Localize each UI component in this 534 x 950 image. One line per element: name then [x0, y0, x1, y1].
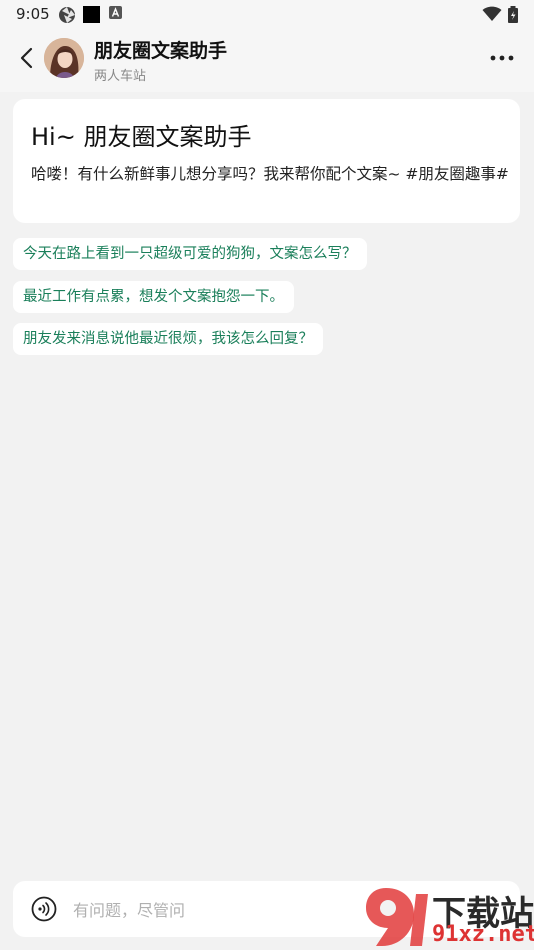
chat-title: 朋友圈文案助手: [94, 40, 228, 62]
avatar-portrait-icon: [44, 38, 84, 78]
chat-subtitle: 两人车站: [94, 69, 147, 84]
status-bar: 9:05: [0, 0, 534, 28]
assistant-avatar[interactable]: [44, 38, 84, 78]
wifi-icon: [482, 6, 502, 21]
app-square-icon: [83, 6, 100, 23]
aperture-icon: [59, 7, 75, 23]
suggestion-chip[interactable]: 朋友发来消息说他最近很烦，我该怎么回复？: [13, 323, 323, 355]
back-arrow-icon[interactable]: [14, 44, 42, 72]
status-time: 9:05: [16, 5, 50, 23]
intro-title: Hi~ 朋友圈文案助手: [31, 123, 252, 151]
suggestion-chip[interactable]: 今天在路上看到一只超级可爱的狗狗，文案怎么写？: [13, 238, 367, 270]
notification-a-icon: [109, 6, 122, 19]
intro-card: Hi~ 朋友圈文案助手 哈喽！有什么新鲜事儿想分享吗？我来帮你配个文案~ #朋友…: [13, 99, 520, 223]
intro-message: 哈喽！有什么新鲜事儿想分享吗？我来帮你配个文案~ #朋友圈趣事#: [31, 165, 509, 183]
watermark-url: 91xz.net: [432, 922, 534, 947]
chat-header: 朋友圈文案助手 两人车站: [0, 28, 534, 92]
battery-icon: [508, 6, 518, 23]
suggestion-chip[interactable]: 最近工作有点累，想发个文案抱怨一下。: [13, 281, 294, 313]
message-input[interactable]: [71, 891, 375, 929]
voice-input-icon[interactable]: [31, 896, 57, 922]
more-options-icon[interactable]: [490, 52, 514, 64]
